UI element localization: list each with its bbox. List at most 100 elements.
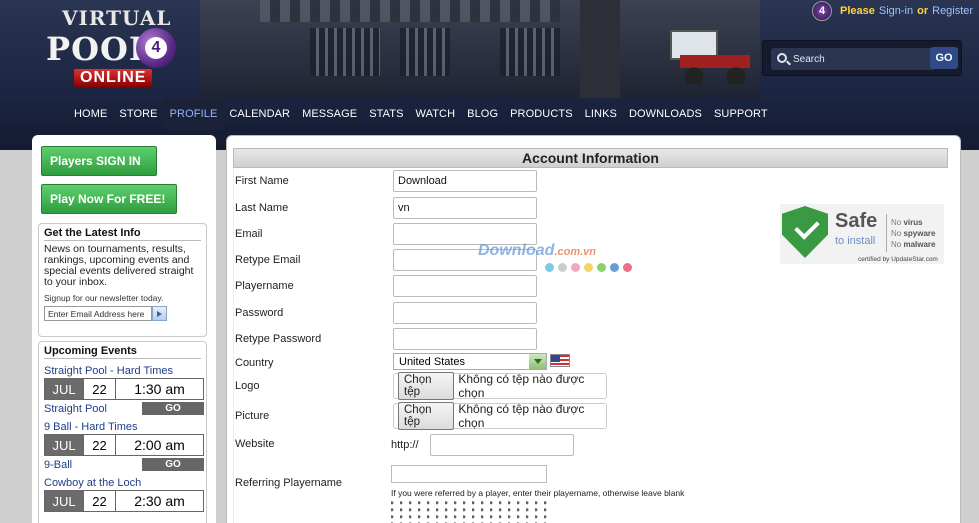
password-input[interactable] — [393, 302, 537, 324]
picture-file-input: Chọn tệp Không có tệp nào được chọn — [393, 402, 607, 430]
newsletter-text: News on tournaments, results, rankings, … — [44, 243, 194, 288]
referring-input[interactable] — [391, 465, 547, 483]
search-go-button[interactable]: GO — [930, 47, 958, 69]
password-label: Password — [235, 307, 284, 319]
event-day: 22 — [83, 435, 115, 455]
event-go-button[interactable]: GO — [142, 402, 204, 415]
search-icon — [777, 53, 787, 63]
logo-file-input: Chọn tệp Không có tệp nào được chọn — [393, 372, 607, 400]
retype-password-input[interactable] — [393, 328, 537, 350]
event-time: 2:00 am — [115, 435, 203, 455]
nav-stats[interactable]: STATS — [363, 98, 409, 130]
event-item: Cowboy at the Loch JUL 22 2:30 am — [44, 477, 204, 512]
nav-support[interactable]: SUPPORT — [708, 98, 774, 130]
banner-cue-rack — [500, 28, 560, 76]
newsletter-email-input[interactable]: Enter Email Address here — [44, 306, 152, 321]
referring-label: Referring Playername — [235, 477, 342, 489]
watermark-dot — [571, 263, 580, 272]
nav-calendar[interactable]: CALENDAR — [223, 98, 296, 130]
last-name-input[interactable]: vn — [393, 197, 537, 219]
picture-choose-file-button[interactable]: Chọn tệp — [398, 402, 455, 430]
playername-label: Playername — [235, 280, 294, 292]
event-day: 22 — [83, 379, 115, 399]
badge-no-spyware: No spyware — [891, 229, 936, 238]
badge-safe: Safe — [835, 210, 878, 232]
http-prefix: http:// — [391, 439, 419, 451]
first-name-input[interactable]: Download — [393, 170, 537, 192]
event-title[interactable]: Cowboy at the Loch — [44, 477, 201, 489]
watermark-dot — [597, 263, 606, 272]
nav-home[interactable]: HOME — [68, 98, 113, 130]
event-footer: 9-Ball GO — [44, 458, 204, 471]
newsletter-submit-arrow-icon[interactable] — [152, 306, 167, 321]
watermark-text: Download — [478, 242, 555, 259]
or-text: or — [917, 5, 929, 17]
account-title: Account Information — [233, 148, 948, 168]
watermark-dot — [545, 263, 554, 272]
header-banner-image — [200, 0, 760, 98]
register-link[interactable]: Register — [932, 5, 973, 17]
logo-line1: VIRTUAL — [62, 6, 172, 30]
newsletter-box: Get the Latest Info News on tournaments,… — [38, 223, 207, 337]
event-title[interactable]: Straight Pool - Hard Times — [44, 365, 201, 377]
logo-number: 4 — [145, 37, 167, 59]
site-header: VIRTUAL POOL 4 ONLINE 4 Please Sign-in o… — [0, 0, 979, 150]
watermark-dot — [623, 263, 632, 272]
badge-divider — [886, 214, 887, 252]
captcha-image — [391, 500, 551, 523]
nav-store[interactable]: STORE — [113, 98, 163, 130]
website-label: Website — [235, 438, 275, 450]
upcoming-events-box: Upcoming Events Straight Pool - Hard Tim… — [38, 341, 207, 523]
newsletter-signup-text: Signup for our newsletter today. — [44, 293, 164, 303]
watermark: Download.com.vn — [478, 242, 596, 260]
nav-message[interactable]: MESSAGE — [296, 98, 363, 130]
nav-links[interactable]: LINKS — [579, 98, 623, 130]
event-item: Straight Pool - Hard Times JUL 22 1:30 a… — [44, 365, 204, 415]
banner-motorbike — [680, 48, 750, 84]
newsletter-form: Enter Email Address here — [44, 306, 201, 321]
logo-no-file-text: Không có tệp nào được chọn — [458, 372, 585, 400]
logo-choose-file-button[interactable]: Chọn tệp — [398, 372, 455, 400]
playername-input[interactable] — [393, 275, 537, 297]
signin-bar: 4 Please Sign-in or Register — [812, 0, 973, 22]
watermark-dots — [545, 263, 632, 272]
retype-password-label: Retype Password — [235, 333, 322, 345]
search-input[interactable]: Search — [771, 48, 935, 70]
nav-downloads[interactable]: DOWNLOADS — [623, 98, 708, 130]
us-flag-icon — [550, 354, 570, 367]
pool-ball-icon: 4 — [812, 1, 832, 21]
country-label: Country — [235, 357, 274, 369]
nav-profile[interactable]: PROFILE — [163, 98, 224, 130]
play-now-button[interactable]: Play Now For FREE! — [41, 184, 177, 214]
chevron-down-icon — [529, 354, 546, 369]
watermark-dot — [558, 263, 567, 272]
nav-watch[interactable]: WATCH — [410, 98, 462, 130]
players-signin-button[interactable]: Players SIGN IN — [41, 146, 157, 176]
nav-blog[interactable]: BLOG — [461, 98, 504, 130]
badge-no-malware: No malware — [891, 240, 936, 249]
badge-install: to install — [835, 235, 876, 247]
country-select[interactable]: United States — [393, 353, 547, 370]
event-datetime: JUL 22 1:30 am — [44, 378, 204, 400]
signin-link[interactable]: Sign-in — [879, 5, 913, 17]
country-value: United States — [399, 355, 466, 368]
events-title: Upcoming Events — [44, 345, 201, 359]
site-logo[interactable]: VIRTUAL POOL 4 ONLINE — [40, 6, 190, 88]
retype-email-label: Retype Email — [235, 254, 301, 266]
badge-certified: certified by UpdateStar.com — [858, 256, 938, 263]
watermark-dot — [610, 263, 619, 272]
event-title[interactable]: 9 Ball - Hard Times — [44, 421, 201, 433]
watermark-domain: .com.vn — [554, 246, 597, 258]
event-time: 1:30 am — [115, 379, 203, 399]
event-footer: Straight Pool GO — [44, 402, 204, 415]
event-month: JUL — [45, 379, 83, 399]
referring-hint: If you were referred by a player, enter … — [391, 488, 685, 498]
event-type: Straight Pool — [44, 402, 107, 415]
website-input[interactable] — [430, 434, 574, 456]
nav-products[interactable]: PRODUCTS — [504, 98, 579, 130]
main-nav: HOME STORE PROFILE CALENDAR MESSAGE STATS WATC… — [0, 98, 979, 130]
event-go-button[interactable]: GO — [142, 458, 204, 471]
banner-pillar — [580, 0, 620, 98]
banner-cue-rack — [400, 28, 450, 76]
event-item: 9 Ball - Hard Times JUL 22 2:00 am 9-Bal… — [44, 421, 204, 471]
